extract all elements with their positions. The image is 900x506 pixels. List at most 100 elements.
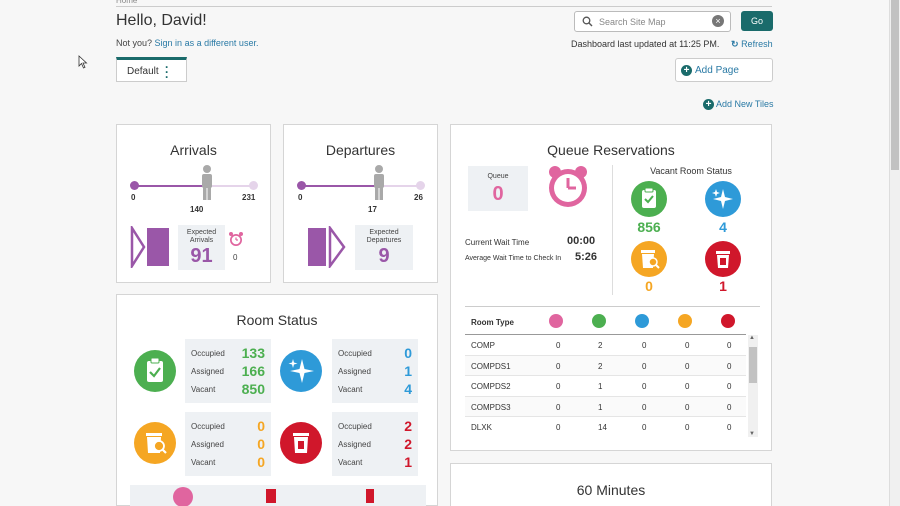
departures-progress (301, 185, 379, 187)
count-cell: 0 (556, 402, 561, 412)
table-row[interactable]: DLXK 0 14 0 0 0 (465, 417, 746, 437)
mouse-cursor-icon (78, 55, 88, 69)
scroll-down-icon[interactable]: ▼ (749, 431, 755, 437)
column-alarm-icon[interactable] (549, 314, 563, 328)
pickup-occupied-value: 0 (257, 418, 265, 434)
pickup-status-box[interactable]: Occupied 0 Assigned 0 Vacant 0 (185, 412, 271, 476)
assigned-label: Assigned (338, 367, 371, 376)
search-input[interactable]: Search Site Map × (574, 11, 731, 32)
count-cell: 0 (556, 423, 561, 432)
sixty-minutes-tile[interactable]: 60 Minutes (450, 463, 772, 506)
inspected-status-box[interactable]: Occupied 0 Assigned 1 Vacant 4 (332, 339, 418, 403)
room-type-cell: COMPDS3 (471, 402, 511, 412)
pickup-vacant-value: 0 (257, 454, 265, 470)
count-cell: 0 (556, 382, 561, 391)
clean-assigned-value: 166 (241, 363, 265, 379)
clear-icon[interactable]: × (712, 15, 724, 27)
departures-tile[interactable]: Departures 0 17 26 Expected Departures 9 (283, 124, 438, 283)
assigned-label: Assigned (338, 440, 371, 449)
dirty-room-icon (280, 422, 322, 464)
sign-in-link[interactable]: Sign in as a different user. (155, 38, 259, 48)
departures-max: 26 (414, 193, 423, 202)
departures-min: 0 (298, 193, 303, 202)
room-type-cell: DLXK (471, 423, 492, 432)
room-status-title: Room Status (236, 312, 318, 328)
count-cell: 0 (556, 361, 561, 371)
queue-reservations-tile[interactable]: Queue Reservations Queue 0 Current Wait … (450, 124, 772, 451)
arrivals-tile[interactable]: Arrivals 0 140 231 Expected Arrivals 91 … (116, 124, 271, 283)
clean-status-box[interactable]: Occupied 133 Assigned 166 Vacant 850 (185, 339, 271, 403)
count-cell: 0 (642, 423, 647, 432)
departure-door-icon (266, 489, 276, 503)
table-row[interactable]: COMPDS2 0 1 0 0 0 (465, 376, 746, 397)
vacant-label: Vacant (191, 458, 216, 467)
add-icon: + (681, 65, 692, 76)
count-cell: 1 (598, 382, 603, 391)
count-cell: 0 (727, 402, 732, 412)
vacant-dirty-value: 1 (719, 278, 727, 294)
inspected-room-icon (280, 350, 322, 392)
go-button[interactable]: Go (741, 11, 773, 31)
assigned-label: Assigned (191, 367, 224, 376)
avg-wait-label: Average Wait Time to Check In (465, 255, 562, 262)
dirty-room-icon (705, 241, 741, 277)
search-icon (582, 16, 593, 27)
column-clean-icon[interactable] (592, 314, 606, 328)
refresh-icon: ↻ (731, 39, 739, 49)
count-cell: 0 (642, 402, 647, 412)
departures-max-dot (416, 181, 425, 190)
table-scrollbar[interactable]: ▲ ▼ (748, 335, 758, 437)
count-cell: 0 (685, 341, 690, 350)
column-pickup-icon[interactable] (678, 314, 692, 328)
count-cell: 0 (642, 361, 647, 371)
dirty-occupied-value: 2 (404, 418, 412, 434)
arrivals-progress (134, 185, 207, 187)
expected-arrivals-value: 91 (190, 245, 213, 267)
room-status-tile[interactable]: Room Status Occupied 133 Assigned 166 Vacant… (116, 294, 438, 506)
table-top-divider (465, 306, 760, 307)
count-cell: 0 (642, 382, 647, 391)
last-updated: Dashboard last updated at 11:25 PM. (571, 39, 720, 49)
vacant-status-title: Vacant Room Status (650, 166, 732, 176)
current-wait-value: 00:00 (567, 235, 596, 247)
inspected-assigned-value: 1 (404, 363, 412, 379)
alarm-clock-icon (229, 232, 243, 246)
scroll-up-icon[interactable]: ▲ (749, 335, 755, 341)
arrival-door-icon (130, 226, 169, 268)
refresh-button[interactable]: ↻ Refresh (731, 39, 773, 50)
arrivals-current: 140 (190, 205, 204, 214)
expected-departures-value: 9 (378, 245, 390, 267)
pickup-room-icon (631, 241, 667, 277)
clean-vacant-value: 850 (241, 381, 265, 397)
count-cell: 0 (685, 361, 690, 371)
count-cell: 0 (685, 382, 690, 391)
count-cell: 2 (598, 361, 603, 371)
table-row[interactable]: COMPDS3 0 1 0 0 0 (465, 396, 746, 417)
add-page-button[interactable]: + Add Page (675, 58, 773, 82)
alarm-value: 0 (233, 253, 238, 262)
person-icon (202, 165, 212, 200)
due-out-icon (366, 489, 374, 503)
clean-occupied-value: 133 (241, 345, 265, 361)
table-row[interactable]: COMPDS1 0 2 0 0 0 (465, 355, 746, 376)
more-options-icon[interactable]: ... (165, 58, 168, 80)
add-new-tiles-button[interactable]: + Add New Tiles (703, 99, 774, 110)
departures-min-dot (297, 181, 306, 190)
expected-arrivals-box: Expected Arrivals 91 (178, 225, 225, 270)
vacant-pickup-value: 0 (645, 278, 653, 294)
table-scroll-thumb[interactable] (749, 347, 757, 383)
column-room-type[interactable]: Room Type (471, 318, 514, 327)
column-dirty-icon[interactable] (721, 314, 735, 328)
count-cell: 0 (642, 341, 647, 350)
tab-default[interactable]: Default ... (116, 57, 187, 82)
page-scroll-thumb[interactable] (891, 0, 899, 170)
not-you-text: Not you? Sign in as a different user. (116, 38, 259, 48)
breadcrumb: Home (116, 0, 138, 5)
count-cell: 14 (598, 423, 607, 432)
table-row[interactable]: COMP 0 2 0 0 0 (465, 335, 746, 356)
column-inspected-icon[interactable] (635, 314, 649, 328)
dirty-status-box[interactable]: Occupied 2 Assigned 2 Vacant 1 (332, 412, 418, 476)
room-type-table-header: Room Type (465, 311, 746, 333)
top-divider (116, 6, 772, 7)
room-type-cell: COMPDS1 (471, 361, 511, 371)
